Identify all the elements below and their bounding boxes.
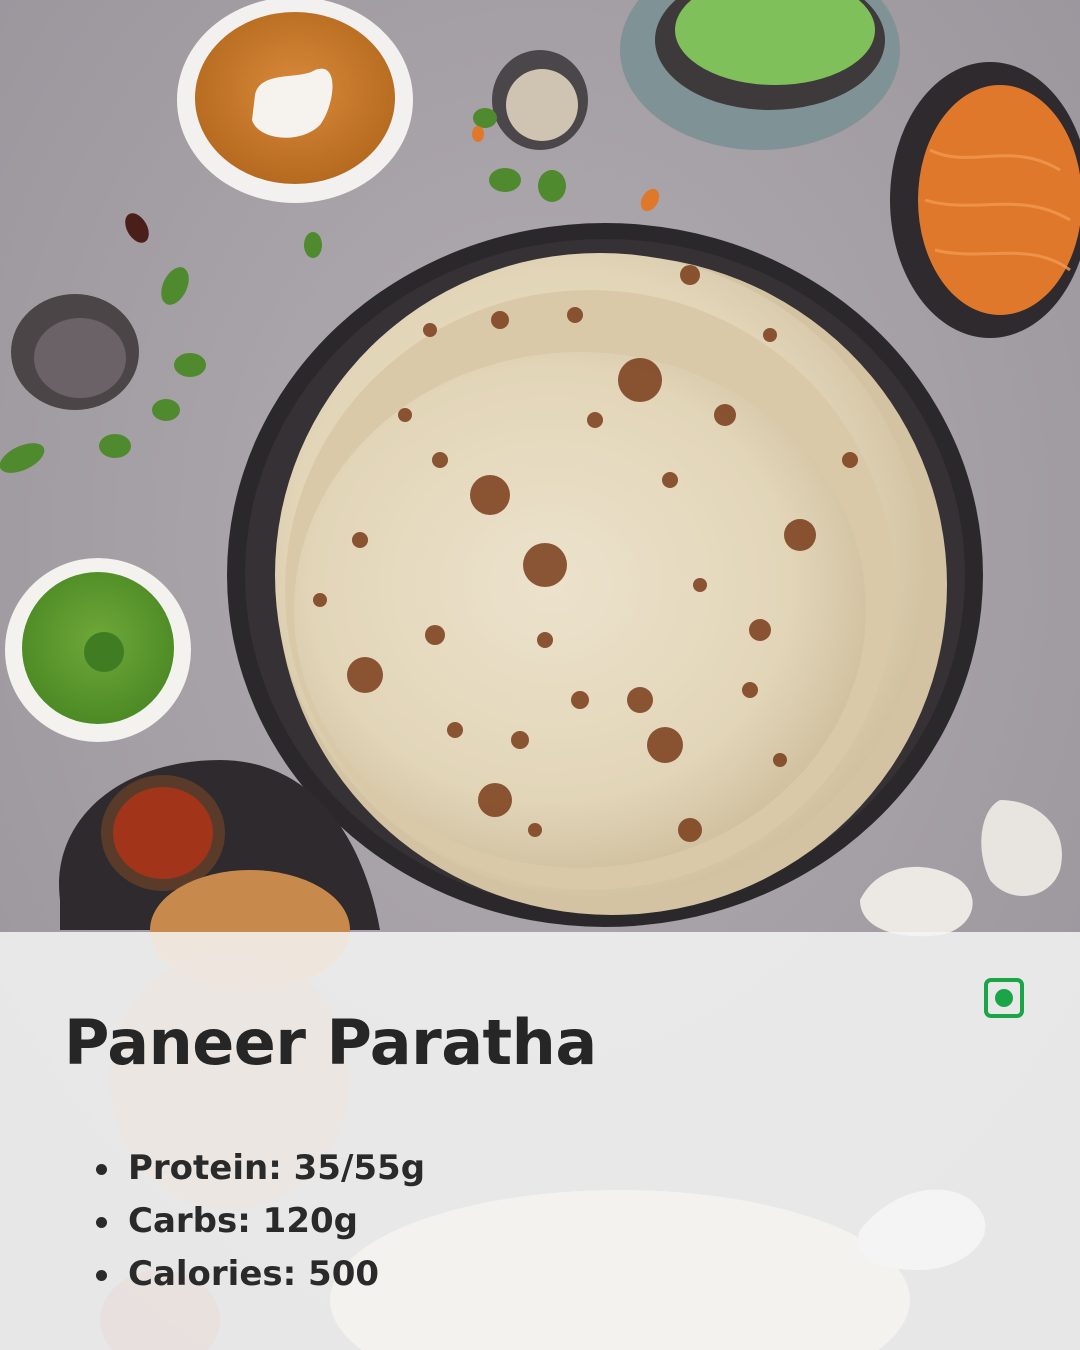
- nutrition-label: Calories: 500: [128, 1254, 380, 1294]
- recipe-card: Paneer Paratha Protein: 35/55g Carbs: 12…: [0, 0, 1080, 1350]
- nutrition-item-protein: Protein: 35/55g: [92, 1142, 425, 1195]
- recipe-title: Paneer Paratha: [64, 1006, 597, 1079]
- nutrition-label: Carbs: 120g: [128, 1201, 358, 1241]
- veg-indicator-dot: [995, 989, 1013, 1007]
- bullet-icon: [96, 1164, 107, 1175]
- nutrition-item-carbs: Carbs: 120g: [92, 1195, 425, 1248]
- bullet-icon: [96, 1270, 107, 1281]
- bullet-icon: [96, 1217, 107, 1228]
- nutrition-list: Protein: 35/55g Carbs: 120g Calories: 50…: [92, 1142, 425, 1301]
- veg-indicator-icon: [984, 978, 1024, 1018]
- nutrition-label: Protein: 35/55g: [128, 1148, 426, 1188]
- nutrition-item-calories: Calories: 500: [92, 1248, 425, 1301]
